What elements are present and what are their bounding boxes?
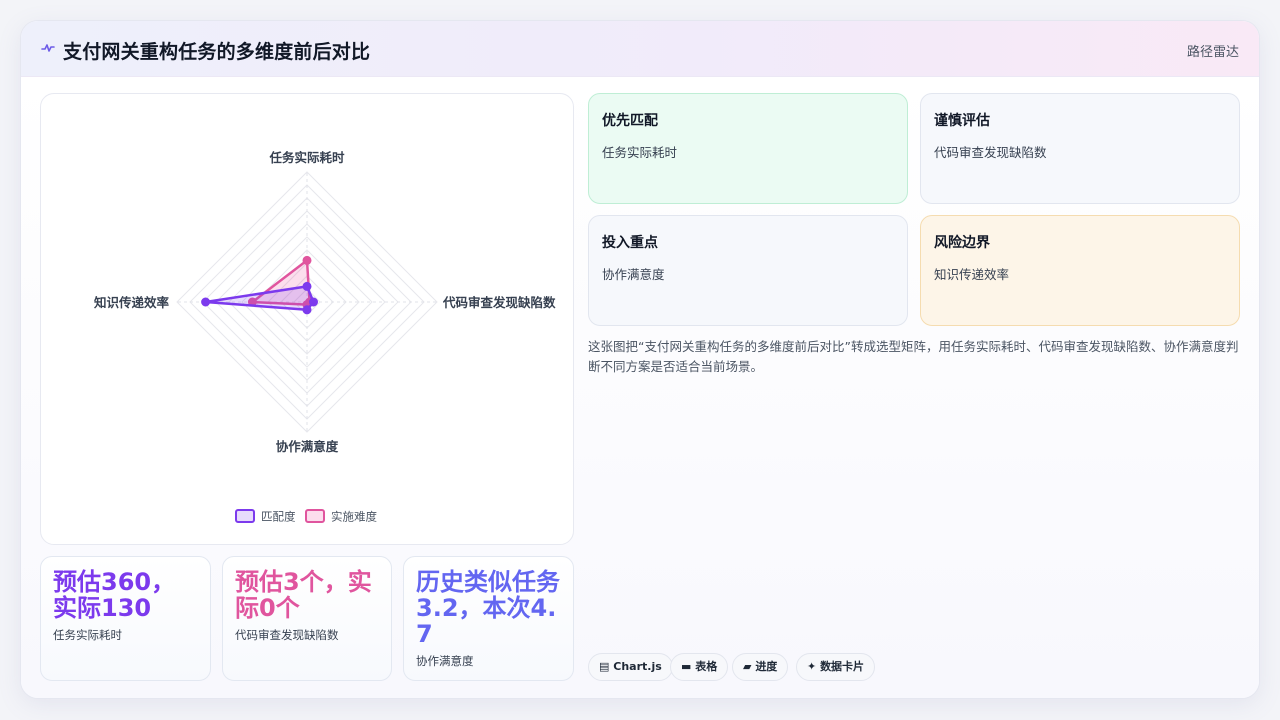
tile-subtitle: 知识传递效率 xyxy=(934,267,1010,282)
tile-investment-focus: 投入重点 协作满意度 xyxy=(588,215,908,326)
stat-label: 代码审查发现缺陷数 xyxy=(235,628,339,642)
stat-value: 预估360，实际130 xyxy=(53,568,176,622)
page-title: 支付网关重构任务的多维度前后对比 xyxy=(63,41,371,63)
radar-chart-panel: 任务实际耗时代码审查发现缺陷数协作满意度 知识传递效率匹配度 实施难度 xyxy=(40,93,574,545)
radar-axis-label: 知识传递效率 xyxy=(93,295,170,310)
stat-card-satisfaction: 历史类似任务3.2，本次4.7 协作满意度 xyxy=(403,556,574,681)
chip-progress[interactable]: ▰ 进度 xyxy=(732,653,789,681)
tile-title: 投入重点 xyxy=(602,235,658,251)
activity-icon xyxy=(41,44,55,52)
radar-axis-label: 代码审查发现缺陷数 xyxy=(442,295,556,310)
chip-label: 数据卡片 xyxy=(820,660,865,673)
radar-chart: 任务实际耗时代码审查发现缺陷数协作满意度 知识传递效率匹配度 实施难度 xyxy=(93,150,556,524)
tile-subtitle: 协作满意度 xyxy=(602,267,665,282)
tile-priority-match: 优先匹配 任务实际耗时 xyxy=(588,93,908,204)
stat-card-defects: 预估3个，实际0个 代码审查发现缺陷数 xyxy=(222,556,392,681)
dashboard-card: 支付网关重构任务的多维度前后对比 路径雷达 任务实际耗时 代码审查发现缺陷数 协作满… xyxy=(20,20,1260,699)
radar-axis-label: 协作满意度 xyxy=(276,439,339,454)
radar-data-point xyxy=(309,297,318,307)
description-text: 这张图把“支付网关重构任务的多维度前后对比”转成选型矩阵，用任务实际耗时、代码审… xyxy=(588,339,1239,374)
chip-label: Chart.js xyxy=(613,660,662,673)
tile-risk-boundary: 风险边界 知识传递效率 xyxy=(920,215,1240,326)
header-right-label: 路径雷达 xyxy=(1186,45,1239,60)
stat-label: 任务实际耗时 xyxy=(53,628,122,642)
chart-icon: ▤ xyxy=(599,660,610,673)
tile-careful-eval: 谨慎评估 代码审查发现缺陷数 xyxy=(920,93,1240,204)
stat-value: 预估3个，实际0个 xyxy=(235,568,372,622)
progress-icon: ▰ xyxy=(743,660,752,673)
legend-swatch xyxy=(235,509,255,523)
radar-data-point xyxy=(201,297,211,307)
chip-chartjs[interactable]: ▤ Chart.js xyxy=(588,653,673,681)
header-bar: 支付网关重构任务的多维度前后对比 路径雷达 xyxy=(21,21,1259,77)
chip-table[interactable]: ▬ 表格 xyxy=(670,653,729,681)
legend-swatch xyxy=(305,509,325,523)
radar-series-area xyxy=(204,285,315,312)
tile-title: 风险边界 xyxy=(934,235,990,251)
chip-label: 进度 xyxy=(755,660,778,673)
radar-data-point xyxy=(302,281,312,291)
stat-card-duration: 预估360，实际130 任务实际耗时 xyxy=(40,556,211,681)
stat-label: 协作满意度 xyxy=(416,654,474,668)
tile-title: 优先匹配 xyxy=(602,113,658,129)
sparkle-icon: ✦ xyxy=(807,660,817,673)
stat-value: 历史类似任务3.2，本次4.7 xyxy=(416,568,560,648)
radar-axis-label: 任务实际耗时 xyxy=(268,150,345,165)
tile-subtitle: 代码审查发现缺陷数 xyxy=(934,145,1047,160)
radar-data-point xyxy=(302,305,312,315)
legend-label: 匹配度 xyxy=(261,510,296,524)
chip-data-card[interactable]: ✦ 数据卡片 xyxy=(796,653,876,681)
table-icon: ▬ xyxy=(681,660,692,673)
tile-subtitle: 任务实际耗时 xyxy=(602,145,678,160)
chip-label: 表格 xyxy=(695,660,718,673)
legend-label: 实施难度 xyxy=(331,510,377,524)
tile-title: 谨慎评估 xyxy=(934,113,990,129)
radar-data-point xyxy=(302,255,312,265)
